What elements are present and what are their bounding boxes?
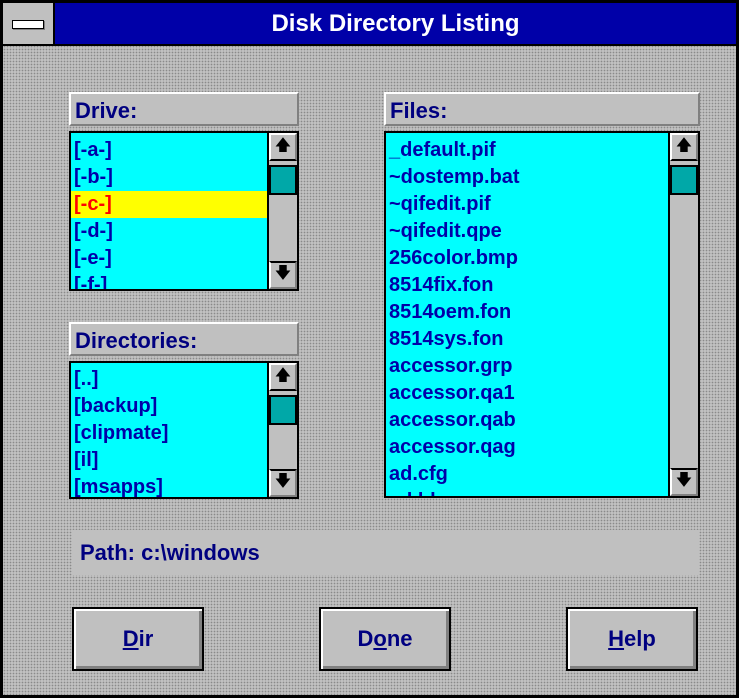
file-list-item[interactable]: accessor.grp xyxy=(386,353,668,380)
file-list-item[interactable]: ad.hlp xyxy=(386,488,668,496)
drive-scrollbar[interactable]: 🡅 🡇 xyxy=(267,133,297,289)
done-button-label-pre: D xyxy=(357,626,374,651)
drive-list-item[interactable]: [-f-] xyxy=(71,272,267,289)
file-list-item[interactable]: ~qifedit.pif xyxy=(386,191,668,218)
directories-scroll-thumb[interactable] xyxy=(269,395,297,425)
files-list: _default.pif ~dostemp.bat ~qifedit.pif ~qif… xyxy=(386,133,668,496)
arrow-down-icon: 🡇 xyxy=(675,472,693,489)
file-list-item[interactable]: 8514fix.fon xyxy=(386,272,668,299)
help-button-accelerator: H xyxy=(608,626,625,651)
file-list-item[interactable]: ~qifedit.qpe xyxy=(386,218,668,245)
drive-scroll-thumb[interactable] xyxy=(269,165,297,195)
path-display: Path: c:\windows xyxy=(72,530,699,575)
drive-list-item[interactable]: [-a-] xyxy=(71,137,267,164)
window-title: Disk Directory Listing xyxy=(271,10,520,37)
files-scrollbar[interactable]: 🡅 🡇 xyxy=(668,133,698,496)
drive-scroll-up-button[interactable]: 🡅 xyxy=(269,133,297,161)
file-list-item[interactable]: accessor.qag xyxy=(386,434,668,461)
directory-list-item[interactable]: [..] xyxy=(71,366,267,393)
directory-list-item[interactable]: [clipmate] xyxy=(71,420,267,447)
title-bar[interactable]: Disk Directory Listing xyxy=(3,3,736,46)
dir-button-label-post: ir xyxy=(138,626,154,651)
directories-scroll-up-button[interactable]: 🡅 xyxy=(269,363,297,391)
file-list-item[interactable]: 256color.bmp xyxy=(386,245,668,272)
drive-scroll-down-button[interactable]: 🡇 xyxy=(269,261,297,289)
file-list-item[interactable]: ~dostemp.bat xyxy=(386,164,668,191)
directory-list-item[interactable]: [msapps] xyxy=(71,474,267,497)
directory-list-item[interactable]: [backup] xyxy=(71,393,267,420)
dialog-window: Disk Directory Listing Drive: [-a-] [-b-]… xyxy=(0,0,739,698)
directories-list: [..] [backup] [clipmate] [il] [msapps] xyxy=(71,363,267,497)
dir-button[interactable]: Dir xyxy=(72,607,204,671)
directories-listbox[interactable]: [..] [backup] [clipmate] [il] [msapps] 🡅 🡇 xyxy=(69,361,299,499)
file-list-item[interactable]: 8514oem.fon xyxy=(386,299,668,326)
directories-label: Directories: xyxy=(69,322,299,356)
drive-list-item[interactable]: [-b-] xyxy=(71,164,267,191)
arrow-up-icon: 🡅 xyxy=(675,137,693,154)
file-list-item[interactable]: accessor.qab xyxy=(386,407,668,434)
files-scroll-up-button[interactable]: 🡅 xyxy=(670,133,698,161)
files-label: Files: xyxy=(384,92,700,126)
drive-listbox[interactable]: [-a-] [-b-] [-c-] [-d-] [-e-] [-f-] 🡅 🡇 xyxy=(69,131,299,291)
files-scroll-thumb[interactable] xyxy=(670,165,698,195)
help-button[interactable]: Help xyxy=(566,607,698,671)
file-list-item[interactable]: accessor.qa1 xyxy=(386,380,668,407)
help-button-label-post: elp xyxy=(624,626,656,651)
arrow-up-icon: 🡅 xyxy=(274,367,292,384)
directories-scroll-down-button[interactable]: 🡇 xyxy=(269,469,297,497)
drive-label: Drive: xyxy=(69,92,299,126)
drive-list-item[interactable]: [-d-] xyxy=(71,218,267,245)
drive-list: [-a-] [-b-] [-c-] [-d-] [-e-] [-f-] xyxy=(71,133,267,289)
drive-list-item[interactable]: [-c-] xyxy=(71,191,267,218)
done-button-label-post: ne xyxy=(386,626,413,651)
arrow-down-icon: 🡇 xyxy=(274,265,292,282)
system-menu-icon xyxy=(12,20,44,29)
done-button[interactable]: Done xyxy=(319,607,451,671)
file-list-item[interactable]: ad.cfg xyxy=(386,461,668,488)
dir-button-accelerator: D xyxy=(122,626,139,651)
files-listbox[interactable]: _default.pif ~dostemp.bat ~qifedit.pif ~qif… xyxy=(384,131,700,498)
system-menu-button[interactable] xyxy=(3,3,55,44)
arrow-down-icon: 🡇 xyxy=(274,473,292,490)
done-button-accelerator: o xyxy=(373,626,387,651)
drive-list-item[interactable]: [-e-] xyxy=(71,245,267,272)
file-list-item[interactable]: 8514sys.fon xyxy=(386,326,668,353)
arrow-up-icon: 🡅 xyxy=(274,137,292,154)
files-scroll-down-button[interactable]: 🡇 xyxy=(670,468,698,496)
directories-scrollbar[interactable]: 🡅 🡇 xyxy=(267,363,297,497)
file-list-item[interactable]: _default.pif xyxy=(386,137,668,164)
directory-list-item[interactable]: [il] xyxy=(71,447,267,474)
